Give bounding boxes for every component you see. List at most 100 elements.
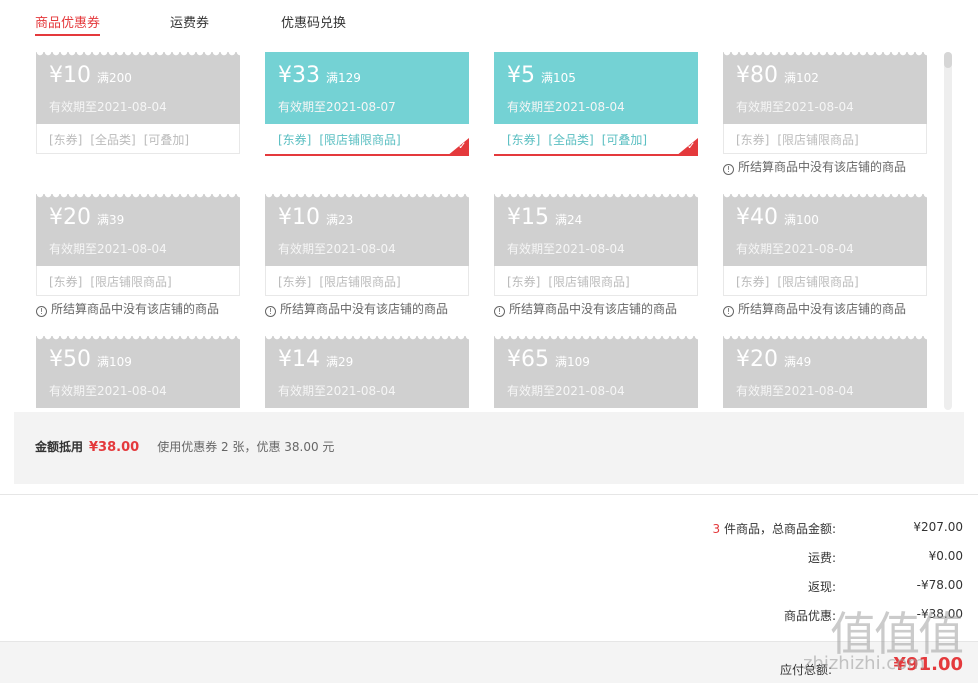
coupon-tags: [东券] [限店铺限商品] <box>494 266 698 296</box>
coupon-scrollbar[interactable] <box>944 52 952 410</box>
coupon-value: ¥10 <box>49 63 91 88</box>
coupon-validity: 有效期至2021-08-04 <box>49 384 167 398</box>
coupon-note: ! 所结算商品中没有该店铺的商品 <box>265 300 448 317</box>
coupon-card[interactable]: ¥65 满109 有效期至2021-08-04 <box>494 336 698 412</box>
coupon-header: ¥15 满24 有效期至2021-08-04 <box>494 194 698 266</box>
summary-label: 金额抵用 <box>35 440 84 454</box>
coupon-amount: ¥50 满109 <box>49 346 227 376</box>
coupon-value: ¥50 <box>49 347 91 372</box>
coupon-amount: ¥33 满129 <box>278 62 456 92</box>
coupon-note-text: 所结算商品中没有该店铺的商品 <box>738 302 907 316</box>
coupon-amount: ¥40 满100 <box>736 204 914 234</box>
coupon-tags: [东券] [限店铺限商品] <box>265 124 469 154</box>
coupon-note-text: 所结算商品中没有该店铺的商品 <box>280 302 449 316</box>
coupon-header: ¥10 满200 有效期至2021-08-04 <box>36 52 240 124</box>
divider <box>0 494 978 495</box>
coupon-card[interactable]: ¥33 满129 有效期至2021-08-07 [东券] [限店铺限商品] <box>265 52 469 156</box>
coupon-condition: 满109 <box>97 355 132 369</box>
coupon-card[interactable]: ¥20 满49 有效期至2021-08-04 <box>723 336 927 412</box>
coupon-tags: [东券] [全品类] [可叠加] <box>36 124 240 154</box>
coupon-validity: 有效期至2021-08-04 <box>736 384 854 398</box>
coupon-card[interactable]: ¥50 满109 有效期至2021-08-04 <box>36 336 240 412</box>
tab-product-coupons[interactable]: 商品优惠券 <box>35 12 101 36</box>
coupon-value: ¥20 <box>736 347 778 372</box>
coupon-condition: 满100 <box>784 213 819 227</box>
coupon-header: ¥14 满29 有效期至2021-08-04 <box>265 336 469 408</box>
coupon-note: ! 所结算商品中没有该店铺的商品 <box>723 300 906 317</box>
coupon-tag: [限店铺限商品] <box>777 133 859 147</box>
coupon-condition: 满105 <box>541 71 576 85</box>
checkmark-icon <box>447 138 469 156</box>
coupon-condition: 满129 <box>326 71 361 85</box>
cashback-label: 返现: <box>807 580 836 594</box>
coupon-tags: [东券] [限店铺限商品] <box>36 266 240 296</box>
info-icon: ! <box>723 164 734 175</box>
coupon-tag: [东券] <box>736 275 770 289</box>
coupon-amount: ¥10 满200 <box>49 62 227 92</box>
coupon-condition: 满29 <box>326 355 354 369</box>
coupon-condition: 满24 <box>555 213 583 227</box>
coupon-condition: 满109 <box>555 355 590 369</box>
coupon-validity: 有效期至2021-08-04 <box>49 100 167 114</box>
coupon-tag: [东券] <box>507 275 541 289</box>
coupon-amount: ¥10 满23 <box>278 204 456 234</box>
watermark-text: zhizhizhi.com <box>803 653 925 674</box>
coupon-header: ¥33 满129 有效期至2021-08-07 <box>265 52 469 124</box>
shipping-value: ¥0.00 <box>928 549 963 563</box>
coupon-validity: 有效期至2021-08-04 <box>49 242 167 256</box>
coupon-tag: [限店铺限商品] <box>777 275 859 289</box>
coupon-value: ¥20 <box>49 205 91 230</box>
info-icon: ! <box>36 306 47 317</box>
coupon-header: ¥5 满105 有效期至2021-08-04 <box>494 52 698 124</box>
coupon-card[interactable]: ¥5 满105 有效期至2021-08-04 [东券] [全品类] [可叠加] <box>494 52 698 156</box>
items-total-label: 3 件商品，总商品金额: <box>712 522 837 536</box>
coupon-card[interactable]: ¥10 满200 有效期至2021-08-04 [东券] [全品类] [可叠加] <box>36 52 240 156</box>
coupon-card[interactable]: ¥20 满39 有效期至2021-08-04 [东券] [限店铺限商品] <box>36 194 240 298</box>
coupon-tag: [东券] <box>278 275 312 289</box>
coupon-card[interactable]: ¥15 满24 有效期至2021-08-04 [东券] [限店铺限商品] <box>494 194 698 298</box>
tab-code-redeem[interactable]: 优惠码兑换 <box>281 12 346 31</box>
coupon-tag: [全品类] <box>548 133 594 147</box>
coupon-tag: [限店铺限商品] <box>319 275 401 289</box>
coupon-tags: [东券] [限店铺限商品] <box>723 124 927 154</box>
coupon-card[interactable]: ¥40 满100 有效期至2021-08-04 [东券] [限店铺限商品] <box>723 194 927 298</box>
coupon-condition: 满102 <box>784 71 819 85</box>
coupon-tag: [东券] <box>736 133 770 147</box>
coupon-header: ¥40 满100 有效期至2021-08-04 <box>723 194 927 266</box>
tab-shipping-coupons[interactable]: 运费券 <box>170 12 209 31</box>
coupon-tag: [东券] <box>49 133 83 147</box>
coupon-amount: ¥65 满109 <box>507 346 685 376</box>
coupon-validity: 有效期至2021-08-04 <box>736 242 854 256</box>
coupon-card[interactable]: ¥14 满29 有效期至2021-08-04 <box>265 336 469 412</box>
coupon-card[interactable]: ¥10 满23 有效期至2021-08-04 [东券] [限店铺限商品] <box>265 194 469 298</box>
coupon-header: ¥80 满102 有效期至2021-08-04 <box>723 52 927 124</box>
coupon-amount: ¥15 满24 <box>507 204 685 234</box>
coupon-value: ¥10 <box>278 205 320 230</box>
coupon-amount: ¥20 满39 <box>49 204 227 234</box>
coupon-tag: [限店铺限商品] <box>319 133 401 147</box>
coupon-tag: [可叠加] <box>143 133 190 147</box>
info-icon: ! <box>265 306 276 317</box>
coupon-tag: [东券] <box>507 133 541 147</box>
coupon-note-text: 所结算商品中没有该店铺的商品 <box>509 302 678 316</box>
coupon-value: ¥65 <box>507 347 549 372</box>
coupon-header: ¥10 满23 有效期至2021-08-04 <box>265 194 469 266</box>
coupon-tag: [限店铺限商品] <box>548 275 630 289</box>
coupon-amount: ¥14 满29 <box>278 346 456 376</box>
coupon-validity: 有效期至2021-08-04 <box>278 384 396 398</box>
coupon-card[interactable]: ¥80 满102 有效期至2021-08-04 [东券] [限店铺限商品] <box>723 52 927 156</box>
info-icon: ! <box>494 306 505 317</box>
coupon-tabs: 商品优惠券 运费券 优惠码兑换 <box>14 0 964 40</box>
coupon-tag: [限店铺限商品] <box>90 275 172 289</box>
coupon-header: ¥20 满49 有效期至2021-08-04 <box>723 336 927 408</box>
scrollbar-thumb[interactable] <box>944 52 952 68</box>
cashback-value: -¥78.00 <box>916 578 963 592</box>
coupon-amount: ¥5 满105 <box>507 62 685 92</box>
coupon-value: ¥40 <box>736 205 778 230</box>
coupon-value: ¥15 <box>507 205 549 230</box>
discount-label: 商品优惠: <box>783 609 836 623</box>
coupon-header: ¥65 满109 有效期至2021-08-04 <box>494 336 698 408</box>
coupon-tags: [东券] [全品类] [可叠加] <box>494 124 698 154</box>
coupon-validity: 有效期至2021-08-04 <box>736 100 854 114</box>
shipping-label: 运费: <box>807 551 836 565</box>
